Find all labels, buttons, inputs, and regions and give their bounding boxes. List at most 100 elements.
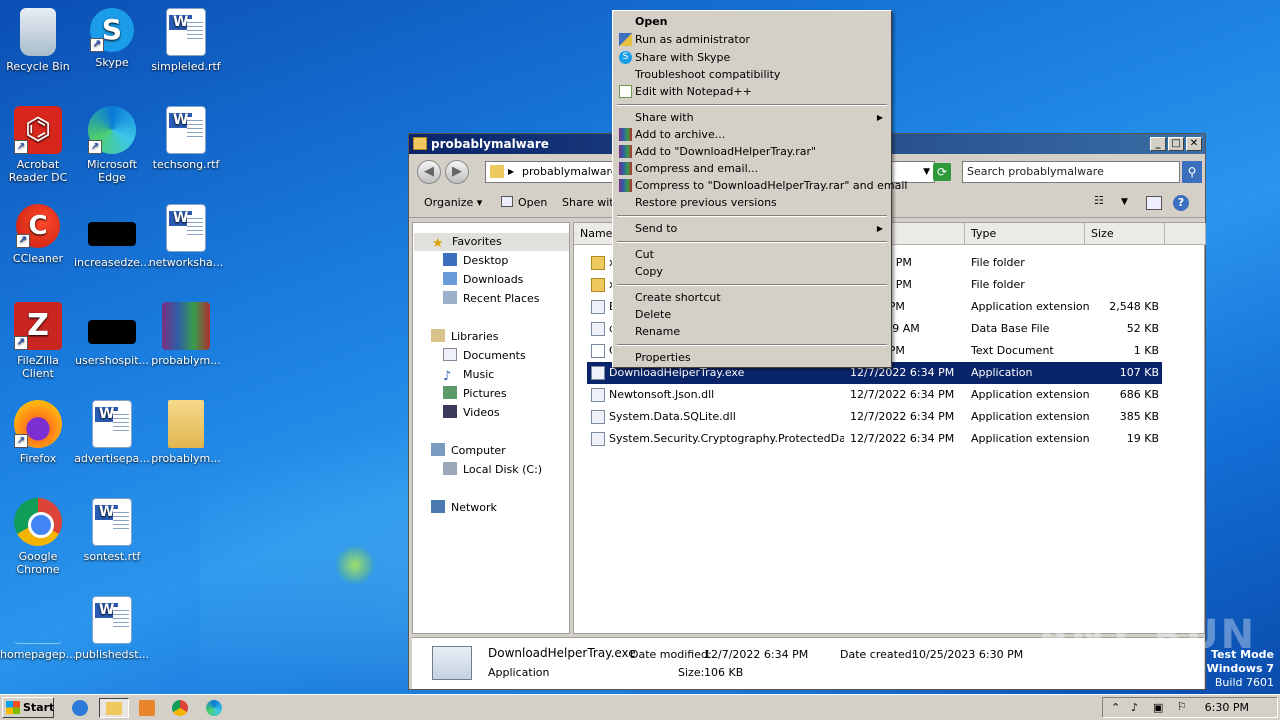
tray-expand-icon[interactable]: ⌃ <box>1111 701 1120 714</box>
desktop-icon-firefox[interactable]: ↗ Firefox <box>0 400 76 465</box>
menu-item-copy[interactable]: Copy <box>615 263 889 280</box>
desktop-icon-edge[interactable]: ↗ Microsoft Edge <box>74 106 150 184</box>
column-header-type[interactable]: Type <box>965 223 1085 245</box>
desktop-icon-recycle-bin[interactable]: Recycle Bin <box>0 8 76 73</box>
desktop-icon-probablym-folder[interactable]: probablym... <box>148 400 224 465</box>
chrome-icon <box>14 498 62 546</box>
maximize-button[interactable]: □ <box>1168 137 1184 151</box>
minimize-button[interactable]: _ <box>1150 137 1166 151</box>
menu-item-share-with[interactable]: Share with ▶ <box>615 109 889 126</box>
desktop-icon-usershospit[interactable]: usershospit... <box>74 302 150 367</box>
nav-libraries[interactable]: Libraries <box>431 328 499 346</box>
menu-item-properties[interactable]: Properties <box>615 349 889 366</box>
close-button[interactable]: ✕ <box>1186 137 1202 151</box>
desktop-icon-chrome[interactable]: Google Chrome <box>0 498 76 576</box>
nav-documents[interactable]: Documents <box>443 347 526 365</box>
breadcrumb-current[interactable]: probablymalware <box>522 165 618 178</box>
desktop-icon-probablym-archive[interactable]: probablym... <box>148 302 224 367</box>
menu-item-create-shortcut[interactable]: Create shortcut <box>615 289 889 306</box>
table-row[interactable]: System.Security.Cryptography.ProtectedDa… <box>587 428 1162 450</box>
clock[interactable]: 6:30 PM <box>1205 701 1249 714</box>
system-tray: ⌃ ♪ ▣ ⚐ 6:30 PM <box>1102 697 1278 718</box>
menu-item-share-skype[interactable]: S Share with Skype <box>615 49 889 66</box>
network-tray-icon[interactable]: ▣ <box>1153 701 1163 714</box>
help-icon[interactable]: ? <box>1173 195 1189 211</box>
nav-recent-places[interactable]: Recent Places <box>443 290 540 308</box>
desktop-icon-sontest[interactable]: sontest.rtf <box>74 498 150 563</box>
open-button[interactable]: Open <box>501 196 547 209</box>
text-file-icon <box>591 344 605 358</box>
nav-local-disk[interactable]: Local Disk (C:) <box>443 461 542 479</box>
chrome-icon <box>172 700 188 716</box>
nav-music[interactable]: ♪ Music <box>443 366 494 384</box>
details-filetype: Application <box>488 666 550 679</box>
file-size: 19 KB <box>1126 432 1159 445</box>
table-row[interactable]: System.Data.SQLite.dll 12/7/2022 6:34 PM… <box>587 406 1162 428</box>
taskbar-media-player[interactable] <box>135 698 159 718</box>
nav-computer[interactable]: Computer <box>431 442 506 460</box>
chevron-down-icon[interactable]: ▼ <box>1121 197 1131 215</box>
menu-item-troubleshoot[interactable]: Troubleshoot compatibility <box>615 66 889 83</box>
taskbar-ie[interactable] <box>68 698 92 718</box>
nav-downloads[interactable]: Downloads <box>443 271 523 289</box>
menu-item-send-to[interactable]: Send to ▶ <box>615 220 889 237</box>
menu-item-cut[interactable]: Cut <box>615 246 889 263</box>
back-button[interactable]: ◀ <box>417 160 441 184</box>
menu-item-label: Send to <box>635 222 678 235</box>
os-build: Build 7601 <box>1214 676 1274 689</box>
desktop-icon-filezilla[interactable]: Z ↗ FileZilla Client <box>0 302 76 380</box>
menu-item-rename[interactable]: Rename <box>615 323 889 340</box>
taskbar-chrome[interactable] <box>168 698 192 718</box>
nav-label: Local Disk (C:) <box>463 463 543 476</box>
change-view-icon[interactable]: ☷ <box>1094 194 1110 212</box>
desktop-icon-publishedst[interactable]: publishedst... <box>74 596 150 661</box>
menu-item-label: Share with <box>635 111 694 124</box>
nav-pictures[interactable]: Pictures <box>443 385 507 403</box>
desktop-icon-advertisepa[interactable]: advertisepa... <box>74 400 150 465</box>
menu-item-notepadpp[interactable]: Edit with Notepad++ <box>615 83 889 100</box>
notepadpp-icon <box>619 85 632 98</box>
forward-button[interactable]: ▶ <box>445 160 469 184</box>
star-icon: ★ <box>432 236 444 251</box>
refresh-icon[interactable]: ⟳ <box>933 163 951 181</box>
speaker-icon[interactable]: ♪ <box>1131 701 1138 714</box>
desktop-icon-simpleled[interactable]: simpleled.rtf <box>148 8 224 73</box>
nav-favorites[interactable]: ★ Favorites <box>414 233 569 251</box>
nav-videos[interactable]: Videos <box>443 404 500 422</box>
start-button[interactable]: Start <box>2 697 54 718</box>
desktop-icon-ccleaner[interactable]: C ↗ CCleaner <box>0 204 76 265</box>
menu-item-delete[interactable]: Delete <box>615 306 889 323</box>
wallpaper-flag <box>335 545 375 585</box>
chevron-down-icon[interactable]: ▼ <box>923 162 930 182</box>
menu-item-compress-rar-email[interactable]: Compress to "DownloadHelperTray.rar" and… <box>615 177 907 194</box>
column-header-size[interactable]: Size <box>1085 223 1165 245</box>
desktop-icon-increasedze[interactable]: increasedze... <box>74 204 150 269</box>
videos-icon <box>443 405 457 418</box>
folder-icon <box>591 256 605 270</box>
taskbar-explorer[interactable] <box>99 698 129 718</box>
taskbar-edge[interactable] <box>202 698 226 718</box>
winrar-icon <box>619 162 632 175</box>
desktop-icon-label: techsong.rtf <box>152 158 220 171</box>
desktop-icon-networksha[interactable]: networksha... <box>148 204 224 269</box>
menu-item-add-rar[interactable]: Add to "DownloadHelperTray.rar" <box>615 143 889 160</box>
search-icon[interactable]: ⚲ <box>1182 161 1202 183</box>
open-label: Open <box>518 196 548 209</box>
search-input[interactable]: Search probablymalware <box>962 161 1180 183</box>
action-center-flag-icon[interactable]: ⚐ <box>1177 700 1187 713</box>
table-row[interactable]: Newtonsoft.Json.dll 12/7/2022 6:34 PM Ap… <box>587 384 1162 406</box>
desktop-icon-acrobat[interactable]: ⌬ ↗ Acrobat Reader DC <box>0 106 76 184</box>
preview-pane-icon[interactable] <box>1146 196 1162 210</box>
menu-item-restore-versions[interactable]: Restore previous versions <box>615 194 889 211</box>
desktop-icon-skype[interactable]: S ↗ Skype <box>74 8 150 69</box>
desktop-icon-homepagep[interactable]: homepagep... <box>0 596 76 661</box>
menu-item-open[interactable]: Open <box>615 13 889 30</box>
menu-item-run-as-admin[interactable]: Run as administrator <box>615 31 889 48</box>
nav-network[interactable]: Network <box>431 499 497 517</box>
nav-desktop[interactable]: Desktop <box>443 252 508 270</box>
menu-item-add-archive[interactable]: Add to archive... <box>615 126 889 143</box>
desktop-icon-techsong[interactable]: techsong.rtf <box>148 106 224 171</box>
desktop-icon-label: advertisepa... <box>74 452 150 465</box>
organize-button[interactable]: Organize ▾ <box>424 196 482 209</box>
menu-item-compress-email[interactable]: Compress and email... <box>615 160 889 177</box>
